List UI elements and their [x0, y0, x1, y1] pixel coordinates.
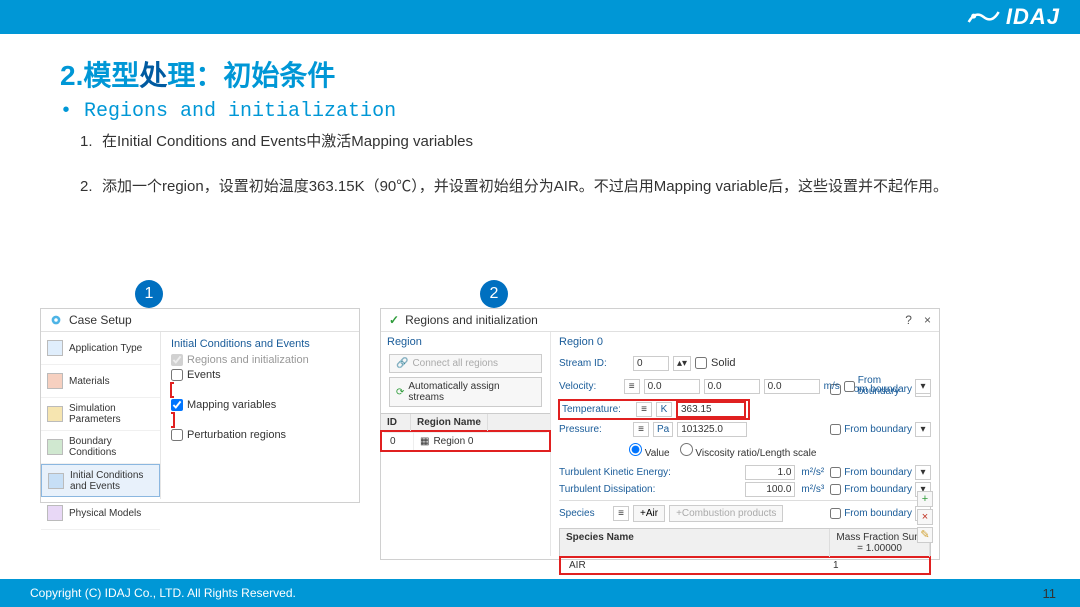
species-row-air[interactable]: AIR1 [563, 558, 927, 573]
page-number: 11 [1043, 586, 1057, 601]
chk-events[interactable]: Events [171, 369, 349, 381]
chk-regions-init[interactable]: Regions and initialization [171, 354, 349, 366]
nav-icon [48, 473, 64, 489]
logo: IDAJ [967, 4, 1060, 30]
help-button[interactable]: ? [905, 313, 912, 327]
region-row-0[interactable]: 0 ▦Region 0 [384, 432, 547, 450]
auto-streams-button[interactable]: ⟳Automatically assign streams [389, 377, 542, 407]
nav-list: Application Type Materials Simulation Pa… [41, 332, 161, 499]
stream-id-input[interactable] [633, 356, 669, 371]
connect-regions-button[interactable]: 🔗Connect all regions [389, 354, 542, 373]
nav-initial-conditions[interactable]: Initial Conditions and Events [41, 464, 160, 497]
vel-from-boundary[interactable]: From boundary▾ [844, 375, 931, 397]
region-icon: ▦ [420, 436, 429, 447]
edit-button[interactable]: ✎ [917, 527, 933, 543]
list-icon[interactable]: ≡ [633, 422, 649, 437]
nav-icon [47, 373, 63, 389]
nav-icon [47, 505, 63, 521]
velocity-x[interactable] [644, 379, 700, 394]
solid-checkbox[interactable]: Solid [695, 357, 735, 369]
region-table: IDRegion Name 0 ▦Region 0 [381, 413, 550, 451]
step-1: 在Initial Conditions and Events中激活Mapping… [102, 131, 473, 154]
velocity-z[interactable] [764, 379, 820, 394]
regions-init-window: ✓ Regions and initialization ? × Region … [380, 308, 940, 560]
logo-text: IDAJ [1006, 4, 1060, 30]
remove-button[interactable]: × [917, 509, 933, 525]
radio-viscosity[interactable]: Viscosity ratio/Length scale [680, 443, 817, 459]
gear-icon [49, 313, 63, 327]
step-list: 1.在Initial Conditions and Events中激活Mappi… [80, 131, 1040, 198]
td-from-boundary[interactable]: From boundary▾ [830, 482, 931, 497]
case-setup-window: Case Setup Application Type Materials Si… [40, 308, 360, 503]
add-air-button[interactable]: +Air [633, 505, 665, 522]
add-combustion-button[interactable]: +Combustion products [669, 505, 783, 522]
slide-title: 2.模型处理：初始条件 [60, 54, 1040, 94]
radio-value[interactable]: Value [629, 443, 670, 459]
nav-sim-params[interactable]: Simulation Parameters [41, 398, 160, 431]
list-icon[interactable]: ≡ [613, 506, 629, 521]
tke-from-boundary[interactable]: From boundary▾ [830, 465, 931, 480]
temperature-input[interactable] [676, 401, 746, 418]
refresh-icon: ⟳ [396, 387, 404, 398]
list-icon[interactable]: ≡ [636, 402, 652, 417]
check-icon: ✓ [389, 313, 399, 327]
window-title: Case Setup [41, 309, 359, 332]
nav-icon [47, 340, 63, 356]
add-button[interactable]: + [917, 491, 933, 507]
region-label: Region [381, 332, 550, 352]
subtitle: Regions and initialization [60, 100, 1040, 123]
window-title: ✓ Regions and initialization ? × [381, 309, 939, 332]
options-header: Initial Conditions and Events [171, 338, 349, 350]
pressure-input[interactable] [677, 422, 747, 437]
chk-perturbation[interactable]: Perturbation regions [171, 429, 349, 441]
nav-icon [47, 439, 63, 455]
step-2: 添加一个region，设置初始温度363.15K（90℃），并设置初始组分为AI… [102, 176, 948, 199]
species-from-boundary[interactable]: From boundary▾ [830, 506, 931, 521]
callout-1: 1 [135, 280, 163, 308]
chk-mapping-vars[interactable]: Mapping variables [171, 399, 349, 411]
footer: Copyright (C) IDAJ Co., LTD. All Rights … [0, 579, 1080, 607]
nav-materials[interactable]: Materials [41, 365, 160, 398]
brand-bar: IDAJ [0, 0, 1080, 34]
region-header: Region 0 [559, 336, 931, 351]
nav-application-type[interactable]: Application Type [41, 332, 160, 365]
stream-stepper[interactable]: ▴▾ [673, 356, 691, 371]
close-button[interactable]: × [924, 313, 931, 327]
press-from-boundary[interactable]: From boundary▾ [830, 422, 931, 437]
tke-input[interactable] [745, 465, 795, 480]
nav-icon [47, 406, 63, 422]
nav-boundary[interactable]: Boundary Conditions [41, 431, 160, 464]
list-icon[interactable]: ≡ [624, 379, 640, 394]
nav-physical-models[interactable]: Physical Models [41, 497, 160, 530]
callout-2: 2 [480, 280, 508, 308]
link-icon: 🔗 [396, 358, 408, 369]
velocity-y[interactable] [704, 379, 760, 394]
species-table: Species NameMass Fraction Sum = 1.00000 … [559, 528, 931, 575]
td-input[interactable] [745, 482, 795, 497]
